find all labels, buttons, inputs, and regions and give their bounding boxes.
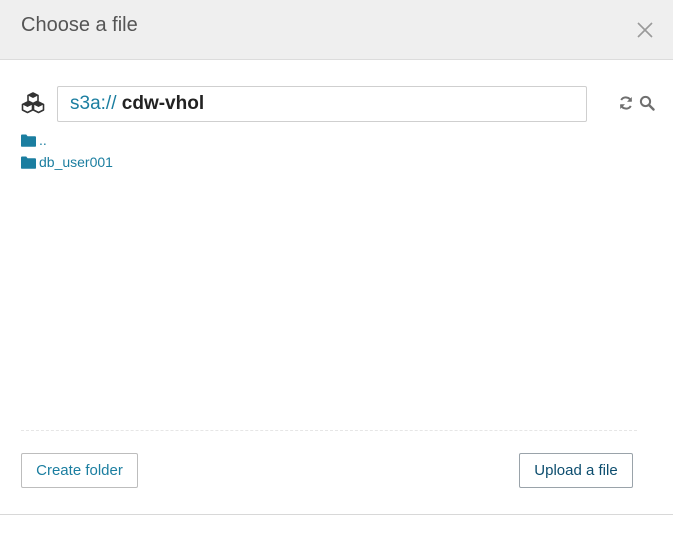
folder-icon: [21, 156, 36, 169]
list-item-db_user001[interactable]: db_user001: [21, 151, 113, 173]
path-bucket: cdw-vhol: [121, 93, 205, 114]
path-scheme: s3a://: [70, 93, 117, 114]
upload-file-button[interactable]: Upload a file: [519, 453, 633, 488]
dialog-header: Choose a file: [0, 0, 673, 60]
file-name: ..: [39, 132, 47, 148]
path-bar: s3a:// cdw-vhol: [21, 86, 656, 122]
divider: [21, 430, 637, 431]
path-input[interactable]: s3a:// cdw-vhol: [57, 86, 587, 122]
file-name: db_user001: [39, 154, 113, 170]
refresh-icon[interactable]: [618, 95, 634, 111]
cubes-icon: [21, 92, 45, 114]
dialog-title: Choose a file: [21, 14, 138, 36]
close-icon: [637, 22, 653, 38]
footer-divider: [0, 514, 673, 515]
search-icon[interactable]: [639, 95, 655, 111]
folder-icon: [21, 134, 36, 147]
list-item-parent[interactable]: ..: [21, 129, 113, 151]
close-button[interactable]: [633, 18, 657, 42]
file-chooser-dialog: Choose a file s3a:// cdw-vhol .. db_user…: [0, 0, 673, 552]
create-folder-button[interactable]: Create folder: [21, 453, 138, 488]
file-list: .. db_user001: [21, 129, 113, 173]
